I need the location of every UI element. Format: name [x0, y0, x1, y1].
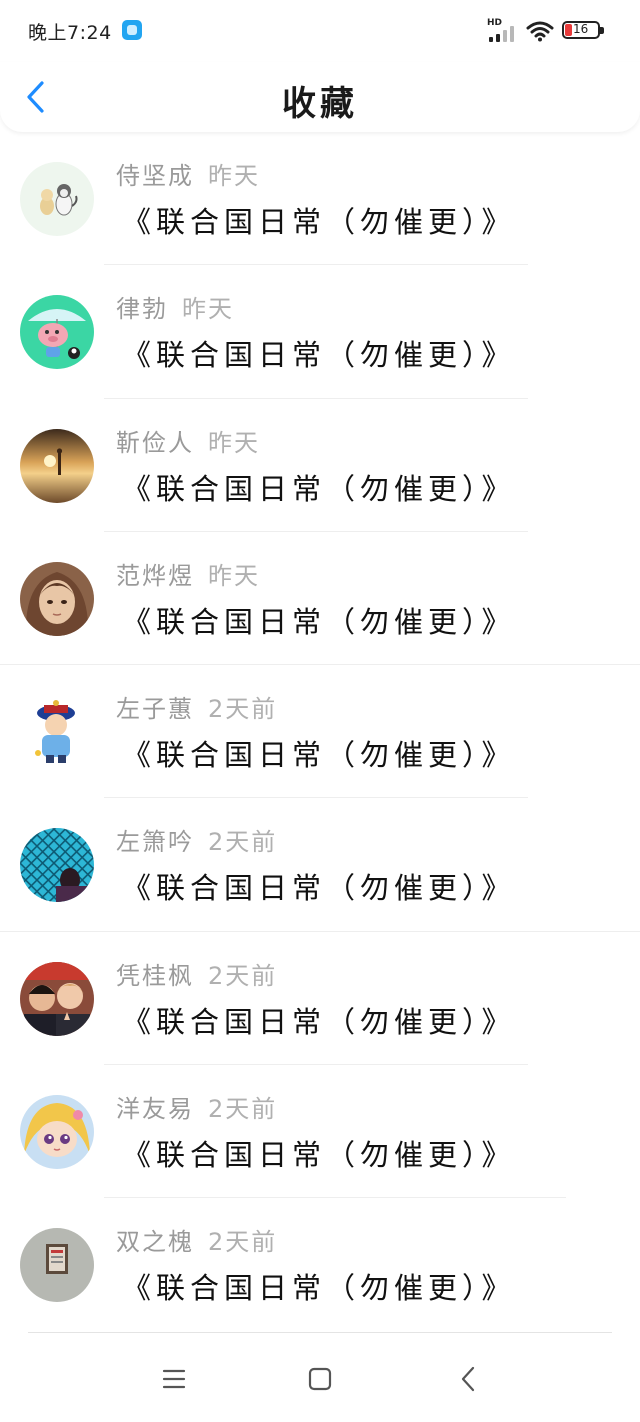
avatar — [20, 561, 94, 636]
list-item[interactable]: 侍坚成 昨天 《联合国日常（勿催更）》 — [0, 132, 640, 266]
post-time: 2天前 — [208, 1228, 278, 1257]
post-time: 2天前 — [208, 961, 278, 990]
status-bar: 晚上7:24 HD 16 — [0, 0, 640, 62]
avatar — [20, 695, 94, 770]
app-header: 收藏 — [0, 62, 640, 132]
list-item[interactable]: 凭桂枫 2天前 《联合国日常（勿催更）》 — [0, 932, 640, 1066]
item-title: 《联合国日常（勿催更）》 — [122, 738, 516, 773]
cellular-signal-icon: HD — [487, 18, 519, 44]
status-time: 晚上7:24 — [28, 22, 112, 44]
list-item[interactable]: 洋友易 2天前 《联合国日常（勿催更）》 — [0, 1065, 640, 1199]
home-square-icon[interactable] — [303, 1362, 337, 1396]
post-time: 2天前 — [208, 695, 278, 724]
item-title: 《联合国日常（勿催更）》 — [122, 338, 516, 373]
menu-icon[interactable] — [157, 1362, 191, 1396]
back-triangle-icon[interactable] — [451, 1362, 485, 1396]
divider — [28, 1332, 612, 1333]
wifi-icon — [526, 21, 554, 42]
avatar — [20, 162, 94, 236]
user-name[interactable]: 左箫吟 — [116, 828, 194, 856]
item-title: 《联合国日常（勿催更）》 — [122, 471, 516, 506]
avatar — [20, 295, 94, 370]
item-title: 《联合国日常（勿催更）》 — [122, 205, 516, 239]
page-title: 收藏 — [282, 84, 358, 124]
user-name[interactable]: 洋友易 — [116, 1095, 194, 1123]
battery-icon: 16 — [562, 21, 606, 41]
avatar — [20, 961, 94, 1036]
post-time: 昨天 — [208, 162, 260, 190]
list-item[interactable]: 靳俭人 昨天 《联合国日常（勿催更）》 — [0, 399, 640, 532]
list-item[interactable]: 左箫吟 2天前 《联合国日常（勿催更）》 — [0, 798, 640, 932]
post-time: 昨天 — [208, 428, 260, 457]
list-item[interactable]: 双之槐 2天前 《联合国日常（勿催更）》 — [0, 1198, 640, 1331]
item-title: 《联合国日常（勿催更）》 — [122, 604, 516, 639]
post-time: 昨天 — [208, 561, 260, 590]
user-name[interactable]: 律勃 — [116, 295, 168, 323]
user-name[interactable]: 范烨煜 — [116, 562, 194, 590]
user-name[interactable]: 双之槐 — [116, 1228, 194, 1256]
item-title: 《联合国日常（勿催更）》 — [122, 1271, 516, 1306]
user-name[interactable]: 凭桂枫 — [116, 962, 194, 990]
list-item[interactable]: 律勃 昨天 《联合国日常（勿催更）》 — [0, 265, 640, 399]
item-title: 《联合国日常（勿催更）》 — [122, 871, 516, 906]
user-name[interactable]: 靳俭人 — [116, 429, 194, 457]
item-title: 《联合国日常（勿催更）》 — [122, 1004, 516, 1039]
app-notification-icon — [122, 20, 142, 40]
avatar — [20, 828, 94, 903]
avatar — [20, 1095, 94, 1170]
favorites-list: 侍坚成 昨天 《联合国日常（勿催更）》 律勃 昨天 《联合国日常（勿催更）》 靳… — [0, 132, 640, 1332]
avatar — [20, 428, 94, 503]
post-time: 2天前 — [208, 1095, 278, 1124]
avatar — [20, 1228, 94, 1303]
post-time: 昨天 — [182, 295, 234, 324]
user-name[interactable]: 左子蕙 — [116, 695, 194, 723]
system-nav-bar — [0, 1332, 640, 1422]
item-title: 《联合国日常（勿催更）》 — [122, 1138, 516, 1173]
battery-level: 16 — [573, 22, 589, 36]
post-time: 2天前 — [208, 828, 278, 857]
list-item[interactable]: 左子蕙 2天前 《联合国日常（勿催更）》 — [0, 665, 640, 799]
list-item[interactable]: 范烨煜 昨天 《联合国日常（勿催更）》 — [0, 532, 640, 666]
user-name[interactable]: 侍坚成 — [116, 162, 194, 190]
